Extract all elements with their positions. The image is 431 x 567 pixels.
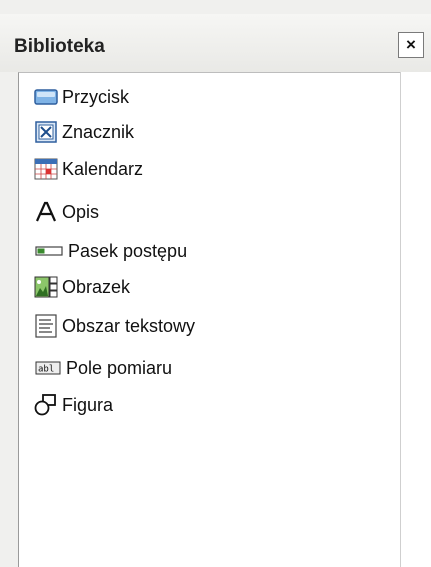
list-item-label: Pasek postępu	[68, 240, 188, 261]
label-text-icon	[34, 201, 58, 223]
button-icon	[34, 86, 58, 108]
checkbox-icon	[34, 121, 58, 143]
list-item-image[interactable]: Obrazek	[34, 270, 130, 304]
list-item-label: Przycisk	[62, 86, 129, 107]
panel-title: Biblioteka	[14, 36, 105, 57]
panel-titlebar: Biblioteka ×	[0, 14, 431, 72]
measure-field-icon: abl	[34, 357, 62, 379]
list-item-calendar[interactable]: Kalendarz	[34, 152, 143, 186]
svg-text:abl: abl	[38, 365, 54, 375]
list-item-measure-field[interactable]: abl Pole pomiaru	[34, 351, 172, 385]
list-item-checkbox[interactable]: Znacznik	[34, 115, 134, 149]
list-item-button[interactable]: Przycisk	[34, 80, 129, 114]
list-item-label: Obrazek	[62, 276, 131, 297]
list-item-label: Znacznik	[62, 121, 135, 142]
list-item-text-area[interactable]: Obszar tekstowy	[34, 309, 195, 343]
calendar-icon	[34, 158, 58, 180]
list-item-label: Pole pomiaru	[66, 357, 173, 378]
library-panel: Biblioteka × Przycisk Znacznik Kalendarz…	[0, 0, 431, 567]
list-item-progress-bar[interactable]: Pasek postępu	[34, 234, 187, 268]
text-area-icon	[34, 314, 58, 338]
scrollbar-track[interactable]	[400, 72, 431, 567]
list-item-label: Obszar tekstowy	[62, 315, 196, 336]
list-item-label: Opis	[62, 201, 100, 222]
close-button[interactable]: ×	[398, 32, 424, 58]
shape-icon	[34, 394, 58, 416]
progress-bar-icon	[34, 240, 64, 262]
list-item-label-text[interactable]: Opis	[34, 195, 99, 229]
close-icon: ×	[406, 35, 416, 54]
list-item-label: Figura	[62, 394, 114, 415]
list-item-label: Kalendarz	[62, 158, 144, 179]
image-icon	[34, 276, 58, 298]
list-item-shape[interactable]: Figura	[34, 388, 113, 422]
